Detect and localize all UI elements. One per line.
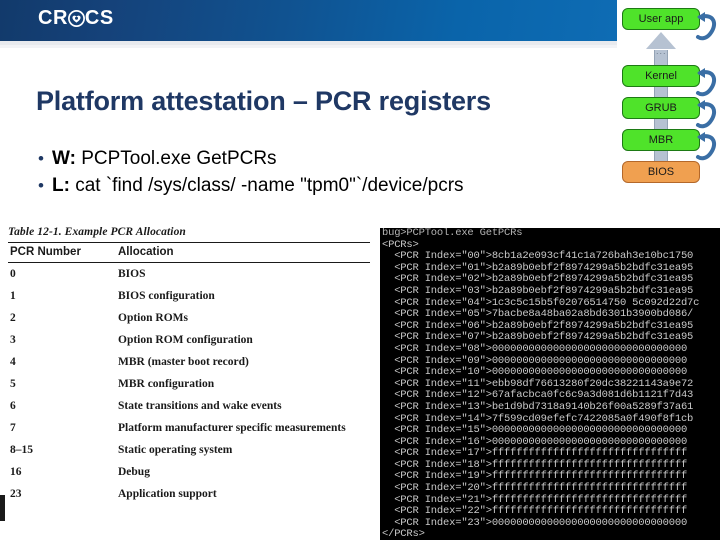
boot-stage-label: GRUB [645,102,677,114]
terminal-line: <PCR Index="15">000000000000000000000000… [382,424,688,437]
curved-measure-arrow-icon [694,8,720,44]
cell-pcr-number: 5 [10,378,16,390]
curved-measure-arrow-icon [694,64,720,100]
table-row: 7 Platform manufacturer specific measurem… [8,417,370,439]
cell-allocation: State transitions and wake events [118,400,282,412]
cell-allocation: Platform manufacturer specific measureme… [118,422,346,434]
cell-pcr-number: 6 [10,400,16,412]
cell-pcr-number: 23 [10,488,22,500]
cell-allocation: Debug [118,466,150,478]
cell-allocation: Application support [118,488,217,500]
table-header: PCR Number Allocation [8,242,370,263]
terminal-line: </PCRs> [382,528,425,540]
table-caption: Table 12-1. Example PCR Allocation [8,226,186,238]
terminal-line: <PCR Index="23">000000000000000000000000… [382,516,688,529]
table-row: 3 Option ROM configuration [8,329,370,351]
logo-text-left: CR [38,7,68,29]
scan-edge-artifact [0,495,5,521]
terminal-line: <PCR Index="10">000000000000000000000000… [382,366,688,379]
cell-pcr-number: 3 [10,334,16,346]
cell-allocation: Option ROM configuration [118,334,253,346]
bullet-label: W: [52,148,76,169]
cell-allocation: Static operating system [118,444,233,456]
page-title: Platform attestation – PCR registers [36,86,491,116]
table-row: 2 Option ROMs [8,307,370,329]
curved-measure-arrow-icon [694,96,720,132]
boot-stage-user-app[interactable]: User app [622,8,700,30]
crocs-shield-icon [67,9,85,27]
cell-allocation: MBR (master boot record) [118,356,249,368]
bullet-marker-icon: • [38,176,44,195]
column-header-allocation: Allocation [118,242,370,263]
boot-stage-bios[interactable]: BIOS [622,161,700,183]
cell-pcr-number: 7 [10,422,16,434]
table-body: 0 BIOS 1 BIOS configuration 2 Option ROMs 3 Opt… [8,263,370,506]
cell-pcr-number: 8–15 [10,444,33,456]
table-row: 8–15 Static operating system [8,439,370,461]
boot-stage-mbr[interactable]: MBR [622,129,700,151]
table-row: 5 MBR configuration [8,373,370,395]
ellipsis-label: ... [656,46,667,56]
curved-measure-arrow-icon [694,128,720,164]
terminal-line: <PCR Index="08">000000000000000000000000… [382,342,688,355]
terminal-line: bug>PCPTool.exe GetPCRs [382,228,523,239]
table-header-row: PCR Number Allocation [8,242,370,263]
terminal-line: <PCR Index="05">7bacbe8a48ba02a8bd6301b3… [382,308,694,321]
cell-allocation: Option ROMs [118,312,188,324]
boot-stage-label: BIOS [647,166,675,178]
table-row: 0 BIOS [8,263,370,286]
table: PCR Number Allocation 0 BIOS 1 BIOS configu… [8,242,370,505]
logo-text-right: CS [84,7,114,29]
cell-pcr-number: 2 [10,312,16,324]
cell-pcr-number: 16 [10,466,22,478]
cell-pcr-number: 0 [10,268,16,280]
cell-allocation: BIOS configuration [118,290,215,302]
terminal-line: <PCR Index="03">b2a89b0ebf2f8974299a5b2b… [382,284,694,297]
boot-stage-label: User app [638,13,684,25]
boot-chain-diagram: ... User app Kernel GRUB MBR BIOS [616,2,720,192]
cell-pcr-number: 1 [10,290,16,302]
table-row: 6 State transitions and wake events [8,395,370,417]
boot-stage-label: MBR [648,134,674,146]
boot-stage-kernel[interactable]: Kernel [622,65,700,87]
bullet-content: L: cat `find /sys/class/ -name "tpm0"`/d… [52,175,464,197]
bullet-marker-icon: • [38,149,44,168]
header-underline-secondary [0,45,617,48]
crocs-logo: CR CS [38,8,114,28]
cell-allocation: MBR configuration [118,378,215,390]
terminal-line: <PCR Index="20">ffffffffffffffffffffffff… [382,482,688,495]
boot-stage-label: Kernel [645,70,677,82]
table-row: 23 Application support [8,483,370,505]
bullet-label: L: [52,175,70,196]
cell-allocation: BIOS [118,268,146,280]
table-row: 1 BIOS configuration [8,285,370,307]
table-row: 16 Debug [8,461,370,483]
column-header-pcr-number: PCR Number [8,242,118,263]
boot-stage-grub[interactable]: GRUB [622,97,700,119]
bullet-content: W: PCPTool.exe GetPCRs [52,148,277,170]
bullet-command: PCPTool.exe GetPCRs [75,148,277,169]
cell-pcr-number: 4 [10,356,16,368]
bullet-command: cat `find /sys/class/ -name "tpm0"`/devi… [69,175,464,196]
terminal-output-screenshot: bug>PCPTool.exe GetPCRs <PCRs> <PCR Index… [380,228,720,540]
terminal-line: <PCR Index="13">be1d9bd7318a9140b26f00a5… [382,400,694,413]
table-row: 4 MBR (master boot record) [8,351,370,373]
pcr-allocation-table: Table 12-1. Example PCR Allocation PCR N… [8,226,370,505]
